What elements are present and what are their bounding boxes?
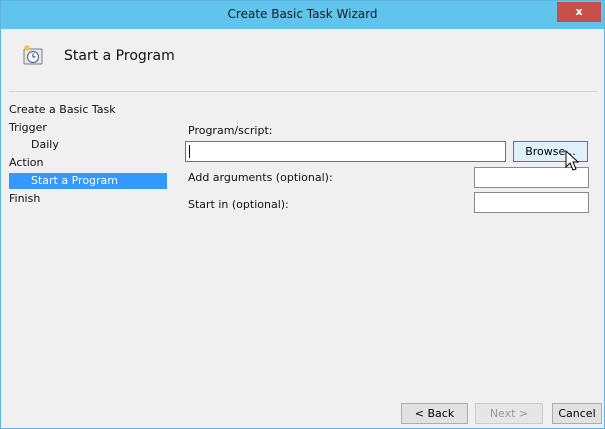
nav-step-daily[interactable]: Daily (9, 137, 167, 153)
nav-step-create-basic-task[interactable]: Create a Basic Task (9, 102, 167, 118)
program-script-label: Program/script: (188, 124, 273, 137)
add-arguments-label: Add arguments (optional): (188, 171, 333, 184)
start-in-input[interactable] (474, 192, 589, 213)
nav-step-finish[interactable]: Finish (9, 191, 167, 207)
title-bar[interactable]: Create Basic Task Wizard x (1, 1, 604, 29)
wizard-header: Start a Program (9, 37, 597, 83)
text-caret (189, 145, 190, 158)
nav-step-trigger[interactable]: Trigger (9, 120, 167, 136)
program-script-input[interactable] (185, 141, 506, 162)
task-scheduler-icon (23, 45, 43, 65)
mouse-cursor-icon (565, 150, 579, 171)
next-button[interactable]: Next > (475, 403, 543, 424)
cancel-button[interactable]: Cancel (552, 403, 602, 424)
wizard-window: Create Basic Task Wizard x Start a Progr… (0, 0, 605, 429)
header-divider (9, 91, 597, 92)
close-button[interactable]: x (557, 2, 601, 22)
page-title: Start a Program (64, 48, 175, 64)
nav-step-start-a-program[interactable]: Start a Program (9, 173, 167, 189)
close-icon: x (575, 5, 583, 18)
start-in-label: Start in (optional): (188, 198, 289, 211)
nav-step-action[interactable]: Action (9, 155, 167, 171)
window-title: Create Basic Task Wizard (227, 7, 378, 21)
back-button[interactable]: < Back (401, 403, 468, 424)
